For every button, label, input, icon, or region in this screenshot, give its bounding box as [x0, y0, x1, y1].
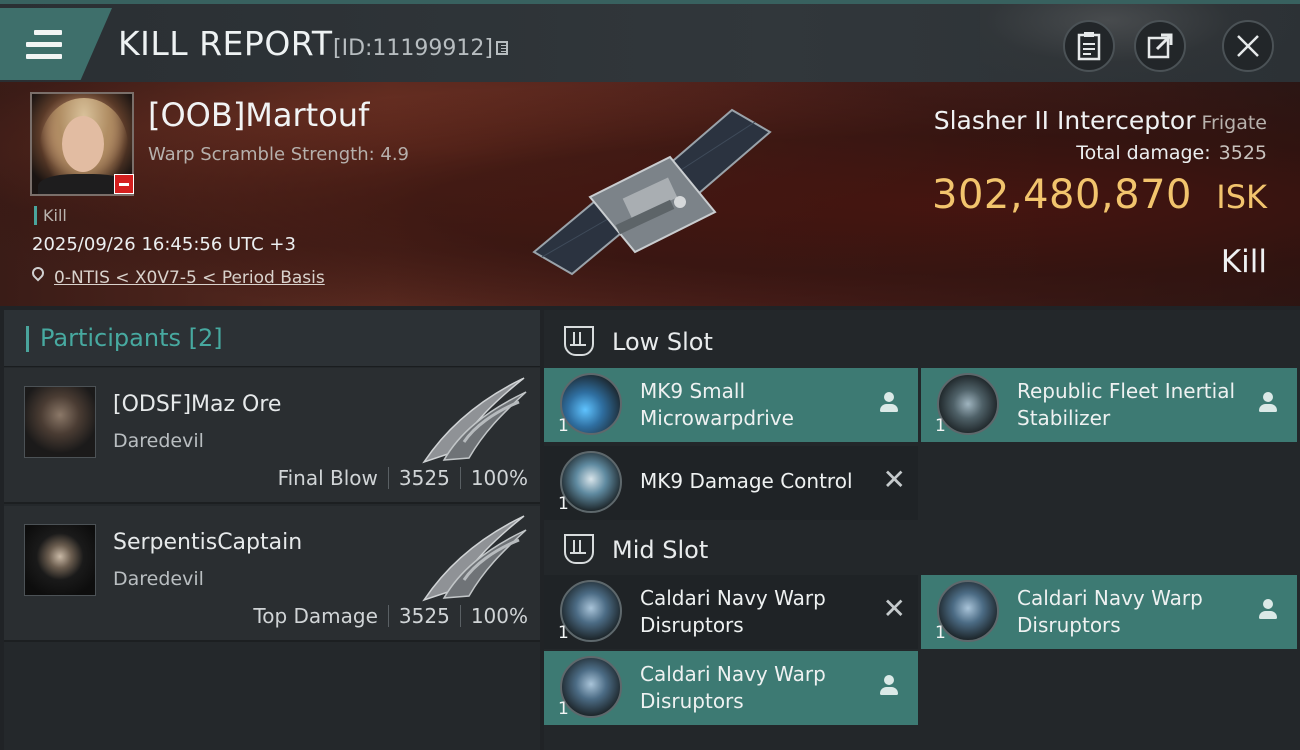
header-accent — [26, 326, 29, 352]
person-icon — [880, 392, 898, 414]
participant-damage: 3525 — [398, 466, 450, 490]
participant-damage: 3525 — [398, 604, 450, 628]
participant-ship: Daredevil — [113, 568, 204, 590]
kill-datetime: 2025/09/26 16:45:56 UTC +3 — [32, 234, 296, 255]
window-title: KILL REPORT — [118, 24, 333, 63]
participants-count: [2] — [188, 324, 223, 352]
module-name: Caldari Navy Warp Disruptors — [640, 586, 826, 637]
participant-row[interactable]: SerpentisCaptain Daredevil Top Damage 352… — [4, 506, 540, 642]
damage-control-icon — [560, 451, 622, 513]
module-name: MK9 Small Microwarpdrive — [640, 379, 794, 430]
person-icon — [1259, 392, 1277, 414]
participant-ship: Daredevil — [113, 430, 204, 452]
kill-report-window: KILL REPORT [ID:11199912] [OOB]Martouf W… — [0, 0, 1300, 750]
inertial-stabilizer-icon — [937, 373, 999, 435]
module-quantity: 1 — [558, 623, 569, 643]
kill-tag: Kill — [34, 206, 67, 225]
participants-header: Participants [2] — [4, 310, 540, 367]
close-button[interactable] — [1222, 20, 1274, 72]
share-button[interactable] — [1134, 20, 1186, 72]
menu-button[interactable] — [0, 8, 112, 80]
participant-row[interactable]: [ODSF]Maz Ore Daredevil Final Blow 3525 10… — [4, 368, 540, 504]
participant-ship-render — [422, 515, 527, 602]
participant-name[interactable]: [ODSF]Maz Ore — [113, 392, 281, 417]
module-name: Caldari Navy Warp Disruptors — [640, 662, 826, 713]
destroyed-x-icon: ✕ — [882, 592, 906, 625]
clipboard-button[interactable] — [1063, 20, 1115, 72]
participant-role: Top Damage — [253, 604, 378, 628]
share-icon — [1147, 33, 1173, 59]
total-damage-value: 3525 — [1218, 142, 1267, 164]
warp-disruptor-icon — [560, 656, 622, 718]
victim-header: [OOB]Martouf Warp Scramble Strength: 4.9… — [0, 82, 1300, 306]
report-id: [ID:11199912] — [333, 36, 493, 61]
person-icon — [880, 675, 898, 697]
close-icon — [1237, 35, 1259, 57]
module-quantity: 1 — [935, 623, 946, 643]
victim-ship-render — [532, 108, 772, 276]
module-item[interactable]: 1 Caldari Navy Warp Disruptors — [544, 651, 918, 725]
mid-slot-icon — [564, 534, 594, 564]
title-bar: KILL REPORT [ID:11199912] — [0, 0, 1300, 86]
standing-minus-icon — [114, 174, 134, 194]
low-slot-title: Low Slot — [612, 328, 713, 356]
participant-stats: Top Damage 3525 100% — [253, 604, 528, 628]
participants-title: Participants [2] — [40, 324, 223, 352]
module-name: Republic Fleet Inertial Stabilizer — [1017, 379, 1236, 430]
module-quantity: 1 — [558, 416, 569, 436]
module-item[interactable]: 1 MK9 Damage Control ✕ — [544, 446, 918, 520]
module-quantity: 1 — [558, 699, 569, 719]
participant-percent: 100% — [470, 604, 528, 628]
module-name: Caldari Navy Warp Disruptors — [1017, 586, 1203, 637]
total-damage-label: Total damage: — [1076, 142, 1211, 164]
module-item[interactable]: 1 Caldari Navy Warp Disruptors ✕ — [544, 575, 918, 649]
mid-slot-header: Mid Slot — [544, 522, 1300, 578]
ship-name[interactable]: Slasher II Interceptor Frigate — [934, 106, 1267, 135]
menu-icon — [26, 30, 62, 66]
module-quantity: 1 — [935, 416, 946, 436]
fitting-panel: Low Slot 1 MK9 Small Microwarpdrive 1 Re… — [544, 310, 1300, 750]
low-slot-header: Low Slot — [544, 314, 1300, 370]
isk-value: 302,480,870 — [932, 172, 1192, 218]
participant-percent: 100% — [470, 466, 528, 490]
clipboard-icon — [1077, 32, 1101, 61]
warp-disruptor-icon — [560, 580, 622, 642]
participant-name[interactable]: SerpentisCaptain — [113, 530, 302, 555]
participant-ship-render — [422, 377, 527, 464]
module-item[interactable]: 1 Caldari Navy Warp Disruptors — [921, 575, 1297, 649]
warp-disruptor-icon — [937, 580, 999, 642]
participant-avatar[interactable] — [24, 386, 96, 458]
participant-role: Final Blow — [277, 466, 378, 490]
person-icon — [1259, 599, 1277, 621]
total-damage: Total damage: 3525 — [1076, 142, 1267, 164]
kill-location-link[interactable]: 0-NTIS < X0V7-5 < Period Basis — [54, 268, 325, 288]
victim-name[interactable]: [OOB]Martouf — [148, 96, 369, 134]
low-slot-icon — [564, 326, 594, 356]
module-quantity: 1 — [558, 494, 569, 514]
participant-avatar[interactable] — [24, 524, 96, 596]
module-item[interactable]: 1 Republic Fleet Inertial Stabilizer — [921, 368, 1297, 442]
microwarpdrive-icon — [560, 373, 622, 435]
warp-scramble-strength: Warp Scramble Strength: 4.9 — [148, 144, 410, 165]
location-pin-icon — [29, 264, 47, 282]
destroyed-x-icon: ✕ — [882, 463, 906, 496]
ship-type: Slasher II Interceptor — [933, 106, 1196, 135]
ship-class: Frigate — [1201, 112, 1267, 134]
result-label: Kill — [1220, 244, 1267, 280]
mid-slot-title: Mid Slot — [612, 536, 709, 564]
copy-icon[interactable] — [496, 41, 508, 55]
module-name: MK9 Damage Control — [640, 469, 853, 493]
isk-unit: ISK — [1216, 178, 1267, 216]
participant-stats: Final Blow 3525 100% — [278, 466, 528, 490]
participants-panel: Participants [2] [ODSF]Maz Ore Daredevil… — [4, 310, 540, 750]
module-item[interactable]: 1 MK9 Small Microwarpdrive — [544, 368, 918, 442]
